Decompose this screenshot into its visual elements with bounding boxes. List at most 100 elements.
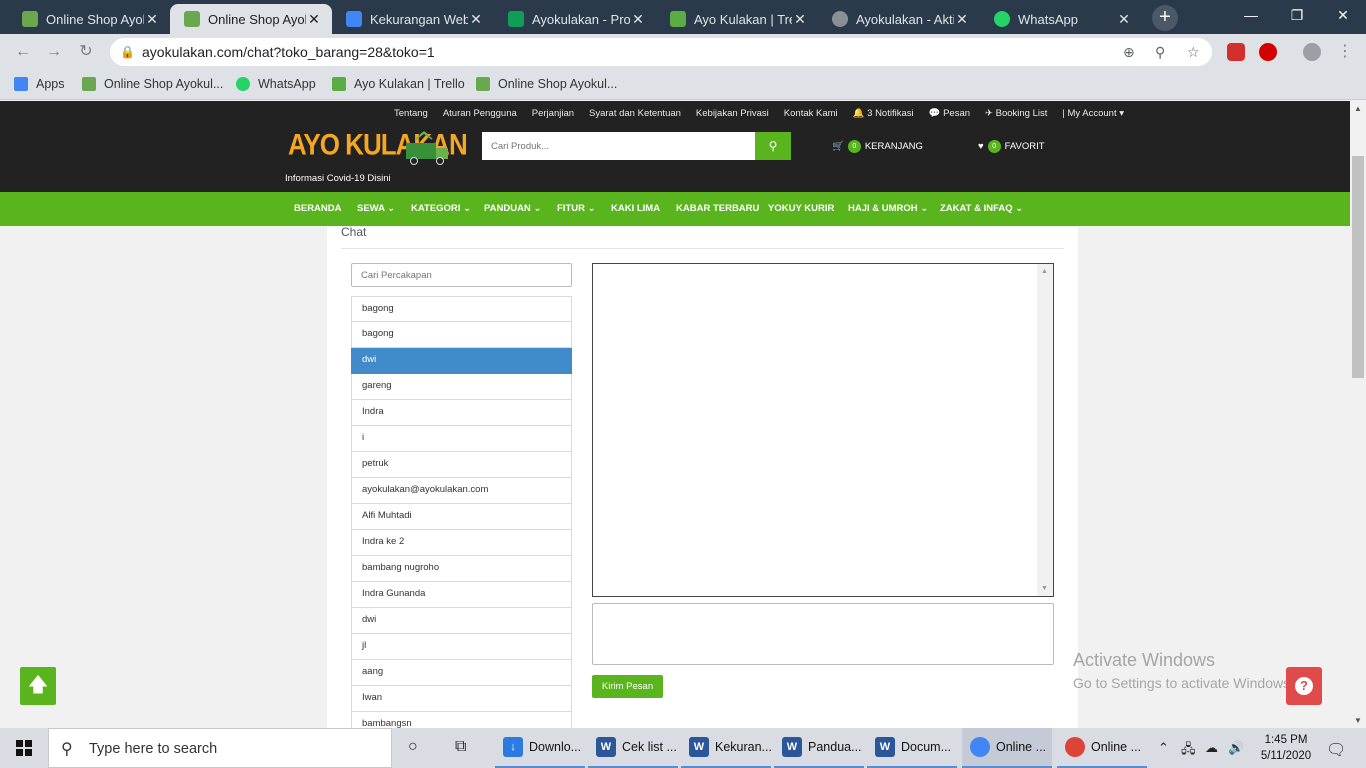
conversation-item[interactable]: bagong bbox=[351, 322, 572, 348]
link-tentang[interactable]: Tentang bbox=[394, 108, 428, 119]
nav-kabar-terbaru[interactable]: KABAR TERBARU bbox=[676, 203, 759, 214]
profile-avatar-icon[interactable] bbox=[1303, 43, 1321, 61]
nav-kategori[interactable]: KATEGORI ⌄ bbox=[411, 203, 471, 214]
forward-icon[interactable]: → bbox=[43, 41, 65, 63]
link-my-account[interactable]: | My Account ▾ bbox=[1062, 108, 1124, 119]
nav-zakat-infaq[interactable]: ZAKAT & INFAQ ⌄ bbox=[940, 203, 1023, 214]
nav-fitur[interactable]: FITUR ⌄ bbox=[557, 203, 596, 214]
link-notifikasi[interactable]: 🔔 3 Notifikasi bbox=[853, 108, 914, 119]
taskbar-app-word[interactable]: W Pandua... bbox=[774, 728, 864, 768]
browser-tab[interactable]: Ayo Kulakan | Trello ✕ bbox=[656, 4, 818, 34]
send-message-button[interactable]: Kirim Pesan bbox=[592, 675, 663, 698]
conversation-item[interactable]: dwi bbox=[351, 608, 572, 634]
taskbar-app-word[interactable]: W Cek list ... bbox=[588, 728, 678, 768]
nav-sewa[interactable]: SEWA ⌄ bbox=[357, 203, 395, 214]
message-history[interactable]: ▲ ▼ bbox=[592, 263, 1054, 597]
conversation-item[interactable]: aang bbox=[351, 660, 572, 686]
conversation-item[interactable]: jl bbox=[351, 634, 572, 660]
browser-tab[interactable]: Ayokulakan - Aktivasi ✕ bbox=[818, 4, 980, 34]
taskbar-search-box[interactable]: ⚲ Type here to search bbox=[48, 728, 392, 768]
conversation-item[interactable]: Alfi Muhtadi bbox=[351, 504, 572, 530]
favorite-link[interactable]: ♥ 0 FAVORIT bbox=[978, 140, 1045, 153]
link-kebijakan[interactable]: Kebijakan Privasi bbox=[696, 108, 769, 119]
bookmark-apps[interactable]: Apps bbox=[14, 77, 65, 91]
conversation-item-selected[interactable]: dwi bbox=[351, 348, 572, 374]
link-kontak[interactable]: Kontak Kami bbox=[784, 108, 838, 119]
reload-icon[interactable]: ↻ bbox=[75, 41, 97, 63]
zoom-icon[interactable]: ⚲ bbox=[1155, 44, 1165, 61]
link-perjanjian[interactable]: Perjanjian bbox=[532, 108, 574, 119]
window-close-icon[interactable]: ✕ bbox=[1320, 0, 1366, 30]
scroll-up-icon[interactable]: ▲ bbox=[1354, 104, 1362, 113]
search-button[interactable]: ⚲ bbox=[755, 132, 791, 160]
extension-video-icon[interactable] bbox=[1227, 43, 1245, 61]
link-aturan-pengguna[interactable]: Aturan Pengguna bbox=[443, 108, 517, 119]
scroll-down-icon[interactable]: ▼ bbox=[1354, 716, 1362, 725]
browser-tab[interactable]: Kekurangan Web Ayokulakan ✕ bbox=[332, 4, 494, 34]
link-booking[interactable]: ✈ Booking List bbox=[985, 108, 1047, 119]
close-icon[interactable]: ✕ bbox=[144, 11, 160, 28]
nav-haji-umroh[interactable]: HAJI & UMROH ⌄ bbox=[848, 203, 928, 214]
conversation-item[interactable]: ayokulakan@ayokulakan.com bbox=[351, 478, 572, 504]
bookmark-item[interactable]: Online Shop Ayokul... bbox=[476, 77, 617, 91]
minimize-icon[interactable]: — bbox=[1228, 0, 1274, 30]
windows-start-icon[interactable] bbox=[0, 728, 48, 768]
bookmark-item[interactable]: WhatsApp bbox=[236, 77, 316, 91]
restore-icon[interactable]: ❐ bbox=[1274, 0, 1320, 30]
taskbar-app-word[interactable]: W Kekuran... bbox=[681, 728, 772, 768]
close-icon[interactable]: ✕ bbox=[954, 11, 970, 28]
link-syarat[interactable]: Syarat dan Ketentuan bbox=[589, 108, 681, 119]
browser-tab[interactable]: Online Shop Ayokulakan ✕ bbox=[8, 4, 170, 34]
new-tab-button[interactable]: + bbox=[1152, 5, 1178, 31]
tray-overflow-icon[interactable]: ⌃ bbox=[1158, 740, 1169, 756]
page-scrollbar[interactable]: ▲ ▼ bbox=[1350, 101, 1366, 728]
nav-panduan[interactable]: PANDUAN ⌄ bbox=[484, 203, 541, 214]
taskbar-app-chrome[interactable]: Online ... bbox=[1057, 728, 1147, 768]
scroll-to-top-button[interactable]: 🡅 bbox=[20, 667, 56, 705]
volume-icon[interactable]: 🔊 bbox=[1228, 740, 1244, 756]
help-button[interactable]: ? bbox=[1286, 667, 1322, 705]
scrollbar-thumb[interactable] bbox=[1352, 156, 1364, 378]
browser-tab[interactable]: Ayokulakan - Progress ✕ bbox=[494, 4, 656, 34]
url-field[interactable]: 🔒 ayokulakan.com/chat?toko_barang=28&tok… bbox=[110, 38, 1212, 66]
conversation-item[interactable]: i bbox=[351, 426, 572, 452]
conversation-item[interactable]: Iwan bbox=[351, 686, 572, 712]
bookmark-item[interactable]: Online Shop Ayokul... bbox=[82, 77, 223, 91]
conversation-item[interactable]: bagong bbox=[351, 296, 572, 322]
taskbar-app-downloads[interactable]: ↓ Downlo... bbox=[495, 728, 585, 768]
close-icon[interactable]: ✕ bbox=[630, 11, 646, 28]
back-icon[interactable]: ← bbox=[12, 41, 34, 63]
scroll-down-icon[interactable]: ▼ bbox=[1041, 585, 1048, 592]
conversation-item[interactable]: petruk bbox=[351, 452, 572, 478]
conversation-item[interactable]: Indra ke 2 bbox=[351, 530, 572, 556]
scroll-up-icon[interactable]: ▲ bbox=[1041, 268, 1048, 275]
network-icon[interactable]: 🖧 bbox=[1181, 740, 1196, 762]
system-clock[interactable]: 1:45 PM 5/11/2020 bbox=[1246, 732, 1326, 764]
browser-tab[interactable]: WhatsApp ✕ bbox=[980, 4, 1142, 34]
conversation-item[interactable]: Indra Gunanda bbox=[351, 582, 572, 608]
cortana-icon[interactable]: ○ bbox=[408, 738, 418, 756]
conversation-item[interactable]: bambang nugroho bbox=[351, 556, 572, 582]
close-icon[interactable]: ✕ bbox=[306, 11, 322, 28]
extension-block-icon[interactable] bbox=[1259, 43, 1277, 61]
nav-yokuy-kurir[interactable]: YOKUY KURIR bbox=[768, 203, 834, 214]
message-input[interactable] bbox=[592, 603, 1054, 665]
covid-info-link[interactable]: Informasi Covid-19 Disini bbox=[285, 173, 391, 184]
close-icon[interactable]: ✕ bbox=[468, 11, 484, 28]
product-search-input[interactable] bbox=[482, 132, 755, 160]
close-icon[interactable]: ✕ bbox=[1116, 11, 1132, 28]
task-view-icon[interactable]: ⧉ bbox=[455, 738, 466, 756]
conversation-item[interactable]: gareng bbox=[351, 374, 572, 400]
bookmark-star-icon[interactable]: ☆ bbox=[1187, 44, 1200, 61]
nav-beranda[interactable]: BERANDA bbox=[294, 203, 342, 214]
location-icon[interactable]: ⊕ bbox=[1123, 44, 1135, 61]
conversation-item[interactable]: Indra bbox=[351, 400, 572, 426]
conversation-search-input[interactable] bbox=[351, 263, 572, 287]
nav-kaki-lima[interactable]: KAKI LIMA bbox=[611, 203, 660, 214]
cart-link[interactable]: 🛒 0 KERANJANG bbox=[832, 140, 923, 153]
onedrive-icon[interactable]: ☁ bbox=[1205, 740, 1218, 756]
conversation-item[interactable]: bambangsn bbox=[351, 712, 572, 728]
close-icon[interactable]: ✕ bbox=[792, 11, 808, 28]
taskbar-app-chrome[interactable]: Online ... bbox=[962, 728, 1052, 768]
browser-tab-active[interactable]: Online Shop Ayokulakan ✕ bbox=[170, 4, 332, 34]
